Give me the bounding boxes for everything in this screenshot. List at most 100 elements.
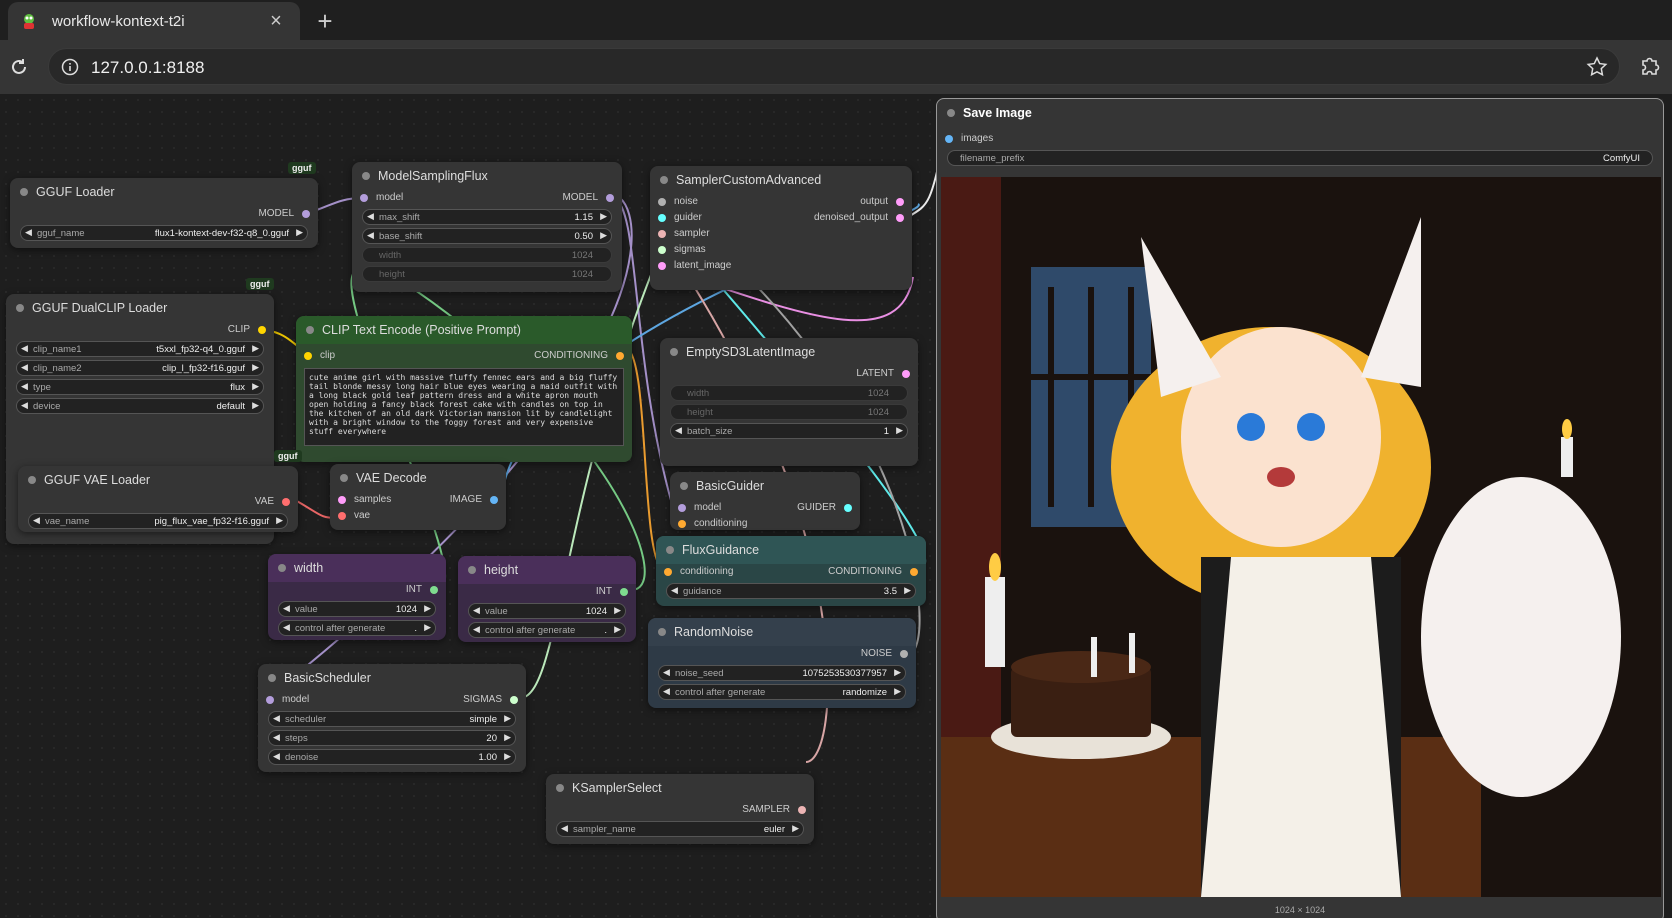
extensions-puzzle-icon[interactable] — [1638, 52, 1666, 80]
url-text: 127.0.0.1:8188 — [91, 58, 205, 77]
base-shift-number[interactable]: ◀ base_shift 0.50 ▶ — [362, 228, 612, 244]
height-primitive-node[interactable]: height INT ◀ value 1024 ▶ ◀ control after ge… — [458, 556, 636, 642]
steps-number[interactable]: ◀ steps 20 ▶ — [268, 730, 516, 746]
node-title: KSamplerSelect — [546, 774, 814, 802]
output-slot-dot[interactable] — [282, 497, 290, 506]
gguf-name-combo[interactable]: ◀ gguf_name flux1-kontext-dev-f32-q8_0.ggu… — [20, 225, 308, 241]
output-slot-dot[interactable] — [910, 567, 918, 576]
device-combo[interactable]: ◀ device default ▶ — [16, 398, 264, 414]
ksampler-select-node[interactable]: KSamplerSelect SAMPLER ◀ sampler_name eule… — [546, 774, 814, 844]
output-slot-dot[interactable] — [490, 495, 498, 504]
type-combo[interactable]: ◀ type flux ▶ — [16, 379, 264, 395]
vae-decode-node[interactable]: VAE Decode samples IMAGE vae — [330, 464, 506, 530]
prompt-textarea[interactable]: cute anime girl with massive fluffy fenn… — [304, 368, 624, 446]
node-title: SamplerCustomAdvanced — [650, 166, 912, 194]
save-image-node[interactable]: Save Image images filename_prefix ComfyUI — [936, 98, 1664, 918]
slot-label: clip — [320, 350, 336, 361]
input-slot-dot[interactable] — [658, 261, 666, 270]
slot-label: denoised_output — [814, 212, 888, 223]
node-title: CLIP Text Encode (Positive Prompt) — [296, 316, 632, 344]
basic-scheduler-node[interactable]: BasicScheduler model SIGMAS ◀ scheduler si… — [258, 664, 526, 772]
tab-title: workflow-kontext-t2i — [52, 12, 185, 30]
input-slot-dot[interactable] — [658, 245, 666, 254]
slot-label: CONDITIONING — [534, 350, 608, 361]
slot-label: latent_image — [674, 260, 732, 271]
output-slot-dot[interactable] — [620, 587, 628, 596]
node-graph-canvas[interactable]: gguf GGUF Loader MODEL ◀ gguf_name flux1-k… — [0, 94, 1672, 918]
sampler-name-combo[interactable]: ◀ sampler_name euler ▶ — [556, 821, 804, 837]
node-title: VAE Decode — [330, 464, 506, 492]
width-primitive-node[interactable]: width INT ◀ value 1024 ▶ ◀ control after gen… — [268, 554, 446, 640]
input-slot-dot[interactable] — [678, 503, 686, 512]
new-tab-icon[interactable]: + — [310, 6, 340, 36]
output-slot-dot[interactable] — [896, 213, 904, 222]
output-slot-dot[interactable] — [896, 197, 904, 206]
reload-icon[interactable] — [4, 52, 34, 82]
flux-guidance-node[interactable]: FluxGuidance conditioning CONDITIONING ◀… — [656, 536, 926, 606]
browser-toolbar: 127.0.0.1:8188 — [0, 40, 1672, 94]
input-slot-dot[interactable] — [678, 519, 686, 528]
input-slot-dot[interactable] — [658, 229, 666, 238]
address-bar[interactable]: 127.0.0.1:8188 — [48, 48, 1620, 85]
slot-label: LATENT — [856, 368, 894, 379]
noise-control-combo[interactable]: ◀ control after generate randomize ▶ — [658, 684, 906, 700]
slot-label: GUIDER — [797, 502, 836, 513]
width-value-number[interactable]: ◀ value 1024 ▶ — [278, 601, 436, 617]
gguf-vae-loader-node[interactable]: GGUF VAE Loader VAE ◀ vae_name pig_flux_va… — [18, 466, 298, 532]
output-slot-dot[interactable] — [798, 805, 806, 814]
slot-label: vae — [354, 510, 371, 521]
batch-size-number[interactable]: ◀ batch_size 1 ▶ — [670, 423, 908, 439]
noise-seed-number[interactable]: ◀ noise_seed 1075253530377957 ▶ — [658, 665, 906, 681]
output-slot-dot[interactable] — [844, 503, 852, 512]
filename-prefix-input[interactable]: filename_prefix ComfyUI — [947, 150, 1653, 166]
max-shift-number[interactable]: ◀ max_shift 1.15 ▶ — [362, 209, 612, 225]
node-title: Save Image — [937, 99, 1663, 127]
input-slot-dot[interactable] — [664, 567, 672, 576]
output-slot-dot[interactable] — [430, 585, 438, 594]
sampler-custom-advanced-node[interactable]: SamplerCustomAdvanced noise output guide… — [650, 166, 912, 290]
input-slot-dot[interactable] — [360, 193, 368, 202]
scheduler-combo[interactable]: ◀ scheduler simple ▶ — [268, 711, 516, 727]
input-slot-dot[interactable] — [945, 134, 953, 143]
output-slot-dot[interactable] — [606, 193, 614, 202]
height-control-combo[interactable]: ◀ control after generate. ▶ — [468, 622, 626, 638]
empty-sd3-latent-image-node[interactable]: EmptySD3LatentImage LATENT width 1024 hei… — [660, 338, 918, 466]
slot-label: conditioning — [680, 566, 734, 577]
site-info-icon[interactable] — [59, 56, 81, 78]
basic-guider-node[interactable]: BasicGuider model GUIDER conditioning — [670, 472, 860, 530]
input-slot-dot[interactable] — [338, 495, 346, 504]
gguf-loader-node[interactable]: GGUF Loader MODEL ◀ gguf_name flux1-kontex… — [10, 178, 318, 248]
input-slot-dot[interactable] — [304, 351, 312, 360]
comfyui-favicon-icon — [20, 12, 38, 30]
input-slot-dot[interactable] — [658, 213, 666, 222]
browser-tab[interactable]: workflow-kontext-t2i × — [8, 2, 300, 40]
output-slot-dot[interactable] — [510, 695, 518, 704]
input-slot-dot[interactable] — [658, 197, 666, 206]
close-tab-icon[interactable]: × — [264, 9, 288, 33]
gguf-badge: gguf — [274, 450, 302, 462]
output-slot-dot[interactable] — [258, 325, 266, 334]
slot-label: noise — [674, 196, 698, 207]
height-value-number[interactable]: ◀ value 1024 ▶ — [468, 603, 626, 619]
bookmark-star-icon[interactable] — [1585, 55, 1609, 79]
clip-text-encode-node[interactable]: CLIP Text Encode (Positive Prompt) clip … — [296, 316, 632, 462]
output-slot-dot[interactable] — [302, 209, 310, 218]
model-sampling-flux-node[interactable]: ModelSamplingFlux model MODEL ◀ max_shift… — [352, 162, 622, 292]
guidance-number[interactable]: ◀ guidance 3.5 ▶ — [666, 583, 916, 599]
input-slot-dot[interactable] — [338, 511, 346, 520]
slot-label: MODEL — [562, 192, 598, 203]
clip-name1-combo[interactable]: ◀ clip_name1 t5xxl_fp32-q4_0.gguf ▶ — [16, 341, 264, 357]
output-slot-dot[interactable] — [900, 649, 908, 658]
random-noise-node[interactable]: RandomNoise NOISE ◀ noise_seed 10752535303… — [648, 618, 916, 708]
vae-name-combo[interactable]: ◀ vae_name pig_flux_vae_fp32-f16.gguf ▶ — [28, 513, 288, 529]
slot-label: samples — [354, 494, 392, 505]
clip-name2-combo[interactable]: ◀ clip_name2 clip_l_fp32-f16.gguf ▶ — [16, 360, 264, 376]
denoise-number[interactable]: ◀ denoise 1.00 ▶ — [268, 749, 516, 765]
width-control-combo[interactable]: ◀ control after generate. ▶ — [278, 620, 436, 636]
input-slot-dot[interactable] — [266, 695, 274, 704]
node-title: ModelSamplingFlux — [352, 162, 622, 190]
width-input-converted: width 1024 — [670, 385, 908, 401]
width-input-converted: width 1024 — [362, 247, 612, 263]
output-slot-dot[interactable] — [902, 369, 910, 378]
output-slot-dot[interactable] — [616, 351, 624, 360]
